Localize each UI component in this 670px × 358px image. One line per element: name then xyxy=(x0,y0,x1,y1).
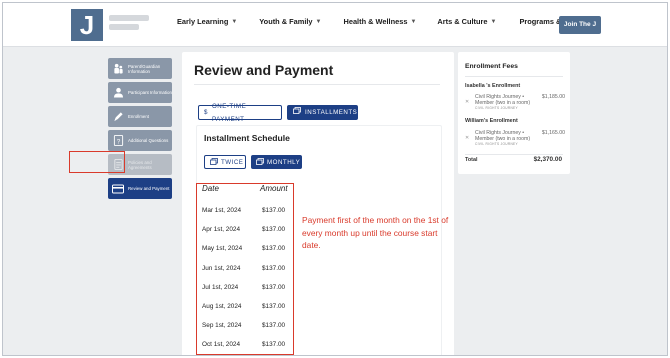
nav-arts-culture[interactable]: Arts & Culture ▼ xyxy=(437,17,496,26)
schedule-date: May 1st, 2024 xyxy=(202,245,243,252)
fee-line-item: ✕ Civil Rights Journey • $1,185.00 Membe… xyxy=(465,94,565,112)
fee-amount: $1,185.00 xyxy=(541,94,565,100)
calendar-multiple-icon xyxy=(256,157,264,167)
schedule-date: Jul 1st, 2024 xyxy=(202,284,239,291)
chevron-down-icon: ▼ xyxy=(490,18,497,25)
total-value: $2,370.00 xyxy=(533,156,562,163)
schedule-amount: $137.00 xyxy=(262,284,286,291)
site-header: J Early Learning ▼ Youth & Family ▼ Health… xyxy=(3,3,667,47)
fees-title: Enrollment Fees xyxy=(465,63,518,70)
schedule-date: Sep 1st, 2024 xyxy=(202,322,242,329)
step-label: Parent/Guardian Information xyxy=(128,63,161,74)
tab-installments[interactable]: INSTALLMENTS xyxy=(287,105,358,120)
schedule-date: Oct 1st, 2024 xyxy=(202,341,241,348)
step-label: Policies and Agreements xyxy=(128,159,152,170)
fee-tag: CIVIL RIGHTS JOURNEY xyxy=(475,142,518,146)
tab-one-time-payment[interactable]: $ ONE-TIME PAYMENT xyxy=(198,103,282,123)
step-participant[interactable]: Participant Information xyxy=(108,82,172,103)
schedule-amount: $137.00 xyxy=(262,226,286,233)
schedule-title: Installment Schedule xyxy=(204,133,290,143)
join-button[interactable]: Join The J xyxy=(559,16,601,34)
schedule-amount: $137.00 xyxy=(262,265,286,272)
schedule-date: Mar 1st, 2024 xyxy=(202,207,242,214)
svg-text:?: ? xyxy=(116,138,120,145)
fee-line-item: ✕ Civil Rights Journey • $1,165.00 Membe… xyxy=(465,130,565,148)
nav-early-learning[interactable]: Early Learning ▼ xyxy=(177,17,237,26)
chevron-down-icon: ▼ xyxy=(315,18,322,25)
enrollment-fees-card: Enrollment Fees Isabella 's Enrollment ✕… xyxy=(458,52,570,174)
question-icon: ? xyxy=(112,135,124,147)
frequency-twice-button[interactable]: TWICE xyxy=(204,155,246,169)
person-icon xyxy=(112,87,124,99)
dollar-icon: $ xyxy=(204,109,208,116)
step-label: Additional Questions xyxy=(128,138,169,143)
schedule-amount: $137.00 xyxy=(262,341,286,348)
step-review-payment[interactable]: Review and Payment xyxy=(108,178,172,199)
remove-icon[interactable]: ✕ xyxy=(465,135,469,141)
frequency-label: MONTHLY xyxy=(267,158,301,166)
frequency-label: TWICE xyxy=(221,158,244,166)
family-icon xyxy=(112,63,124,75)
schedule-amount: $137.00 xyxy=(262,303,286,310)
nav-health-wellness[interactable]: Health & Wellness ▼ xyxy=(344,17,417,26)
logo[interactable]: J xyxy=(71,9,103,41)
enrollment-person: Isabella 's Enrollment xyxy=(465,83,521,89)
remove-icon[interactable]: ✕ xyxy=(465,99,469,105)
schedule-amount: $137.00 xyxy=(262,245,286,252)
enrollment-person: William's Enrollment xyxy=(465,118,518,124)
fee-amount: $1,165.00 xyxy=(541,130,565,136)
frequency-monthly-button[interactable]: MONTHLY xyxy=(251,155,302,169)
page-title: Review and Payment xyxy=(194,62,334,78)
browser-frame: J Early Learning ▼ Youth & Family ▼ Health… xyxy=(2,2,668,356)
logo-wordmark-blurred xyxy=(109,15,151,35)
calendar-multiple-icon xyxy=(293,106,301,119)
column-header-amount: Amount xyxy=(260,184,288,193)
main-nav: Early Learning ▼ Youth & Family ▼ Health &… xyxy=(177,17,600,26)
nav-youth-family[interactable]: Youth & Family ▼ xyxy=(259,17,321,26)
schedule-date: Apr 1st, 2024 xyxy=(202,226,241,233)
step-enrollment[interactable]: Enrollment xyxy=(108,106,172,127)
chevron-down-icon: ▼ xyxy=(410,18,417,25)
highlight-box-monthly xyxy=(69,151,125,173)
divider xyxy=(194,84,440,85)
divider xyxy=(465,154,563,155)
schedule-amount: $137.00 xyxy=(262,207,286,214)
column-header-date: Date xyxy=(202,184,219,193)
pencil-icon xyxy=(112,111,124,123)
calendar-multiple-icon xyxy=(210,157,218,167)
step-label: Participant Information xyxy=(128,90,172,95)
fee-tag: CIVIL RIGHTS JOURNEY xyxy=(475,106,518,110)
registration-steps: Parent/Guardian Information Participant … xyxy=(108,58,172,202)
chevron-down-icon: ▼ xyxy=(231,18,238,25)
tab-label: ONE-TIME PAYMENT xyxy=(211,102,247,123)
total-label: Total xyxy=(465,157,478,163)
schedule-amount: $137.00 xyxy=(262,322,286,329)
schedule-date: Aug 1st, 2024 xyxy=(202,303,242,310)
step-label: Review and Payment xyxy=(128,186,170,191)
credit-card-icon xyxy=(112,183,124,195)
divider xyxy=(465,76,563,77)
step-label: Enrollment xyxy=(128,114,149,119)
step-additional-questions[interactable]: ? Additional Questions xyxy=(108,130,172,151)
tab-label: INSTALLMENTS xyxy=(305,109,358,116)
step-parent-guardian[interactable]: Parent/Guardian Information xyxy=(108,58,172,79)
schedule-date: Jun 1st, 2024 xyxy=(202,265,241,272)
annotation-note: Payment first of the month on the 1st of… xyxy=(302,215,449,250)
